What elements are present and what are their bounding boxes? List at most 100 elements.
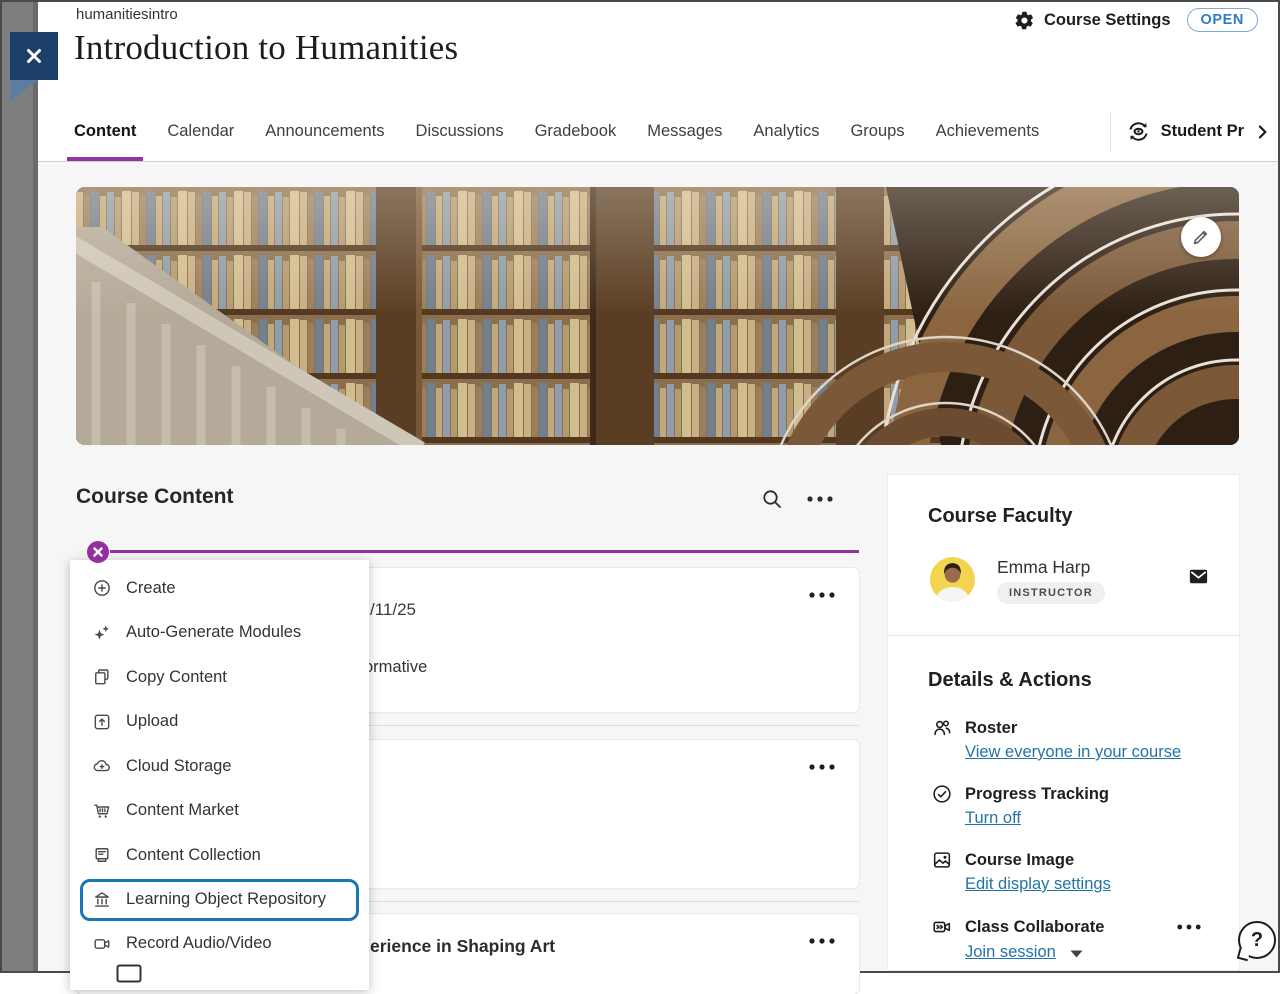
add-content-divider-line bbox=[110, 550, 859, 553]
menu-item-label: Auto-Generate Modules bbox=[126, 623, 301, 642]
close-x-icon bbox=[93, 547, 103, 557]
menu-item-label: Record Audio/Video bbox=[126, 934, 272, 953]
menu-item-label: Upload bbox=[126, 712, 178, 731]
course-page: humanitiesintro Introduction to Humaniti… bbox=[38, 2, 1278, 971]
course-image-label: Course Image bbox=[965, 851, 1074, 870]
send-message-button[interactable] bbox=[1187, 565, 1210, 588]
close-flag-fold bbox=[10, 80, 38, 101]
menu-item-upload[interactable]: Upload bbox=[70, 700, 369, 745]
upload-icon bbox=[92, 712, 112, 732]
tab-analytics[interactable]: Analytics bbox=[753, 102, 819, 161]
student-preview-icon bbox=[1125, 118, 1152, 145]
copy-icon bbox=[92, 667, 112, 687]
course-content-heading: Course Content bbox=[76, 485, 234, 509]
menu-item-create[interactable]: Create bbox=[70, 566, 369, 611]
sparkles-icon bbox=[92, 623, 112, 643]
tab-groups[interactable]: Groups bbox=[850, 102, 904, 161]
menu-item-label: Cloud Storage bbox=[126, 757, 232, 776]
search-icon bbox=[760, 487, 784, 511]
menu-item-partial-icon bbox=[116, 964, 142, 984]
menu-item-learning-object-repository[interactable]: Learning Object Repository bbox=[80, 879, 359, 921]
course-id: humanitiesintro bbox=[76, 6, 178, 23]
add-content-menu: Create Auto-Generate Modules Copy Conten… bbox=[70, 560, 369, 990]
open-status-badge[interactable]: OPEN bbox=[1187, 8, 1259, 32]
item-options-button[interactable] bbox=[809, 938, 835, 944]
tab-content[interactable]: Content bbox=[74, 102, 136, 161]
menu-item-content-market[interactable]: Content Market bbox=[70, 789, 369, 834]
bank-icon bbox=[92, 890, 112, 910]
roster-row: Roster bbox=[931, 717, 1017, 739]
content-item-grading-fragment: ormative bbox=[364, 658, 427, 677]
close-add-menu-button[interactable] bbox=[87, 541, 109, 563]
course-image-row: Course Image bbox=[931, 849, 1074, 871]
check-circle-icon bbox=[931, 783, 953, 805]
cloud-icon bbox=[92, 756, 112, 776]
menu-item-auto-generate-modules[interactable]: Auto-Generate Modules bbox=[70, 611, 369, 656]
background-page-strip bbox=[2, 2, 38, 971]
close-course-button[interactable] bbox=[10, 32, 58, 80]
class-collaborate-label: Class Collaborate bbox=[965, 918, 1104, 937]
view-everyone-link[interactable]: View everyone in your course bbox=[965, 743, 1181, 762]
menu-item-label: Content Market bbox=[126, 801, 239, 820]
help-button[interactable]: ? bbox=[1238, 921, 1276, 959]
menu-item-record-audio-video[interactable]: Record Audio/Video bbox=[70, 922, 369, 967]
collaborate-camera-icon bbox=[931, 916, 953, 938]
course-settings-label: Course Settings bbox=[1044, 11, 1171, 30]
menu-item-label: Content Collection bbox=[126, 846, 261, 865]
roster-label: Roster bbox=[965, 719, 1017, 738]
chevron-right-icon bbox=[1252, 122, 1272, 142]
class-collaborate-row: Class Collaborate bbox=[931, 916, 1104, 938]
gear-icon bbox=[1014, 10, 1035, 31]
question-mark-label: ? bbox=[1251, 929, 1263, 952]
faculty-name[interactable]: Emma Harp bbox=[997, 557, 1090, 578]
collection-icon bbox=[92, 845, 112, 865]
page-title: Introduction to Humanities bbox=[74, 28, 458, 68]
item-options-button[interactable] bbox=[809, 592, 835, 598]
course-side-panel: Course Faculty Emma Harp INSTRUCTOR Deta… bbox=[888, 475, 1239, 970]
join-session-link[interactable]: Join session bbox=[965, 943, 1056, 962]
search-button[interactable] bbox=[760, 487, 784, 511]
tabbar-divider bbox=[1110, 112, 1111, 152]
faculty-role-badge: INSTRUCTOR bbox=[997, 582, 1105, 604]
tab-messages[interactable]: Messages bbox=[647, 102, 722, 161]
ellipsis-icon bbox=[807, 496, 833, 502]
details-actions-heading: Details & Actions bbox=[928, 669, 1092, 692]
course-faculty-heading: Course Faculty bbox=[928, 505, 1072, 528]
cart-icon bbox=[92, 801, 112, 821]
plus-circle-icon bbox=[92, 578, 112, 598]
tab-calendar[interactable]: Calendar bbox=[167, 102, 234, 161]
progress-tracking-label: Progress Tracking bbox=[965, 785, 1109, 804]
collaborate-options-button[interactable] bbox=[1177, 924, 1201, 930]
caret-down-icon[interactable] bbox=[1070, 950, 1083, 958]
envelope-icon bbox=[1187, 565, 1210, 588]
item-options-button[interactable] bbox=[809, 764, 835, 770]
course-banner-image bbox=[76, 187, 1239, 445]
content-item-due-date-fragment: /11/25 bbox=[370, 600, 416, 620]
menu-item-label: Learning Object Repository bbox=[126, 890, 326, 909]
course-content-options-button[interactable] bbox=[807, 496, 833, 502]
pencil-icon bbox=[1190, 226, 1212, 248]
tab-gradebook[interactable]: Gradebook bbox=[535, 102, 617, 161]
course-settings-button[interactable]: Course Settings bbox=[1014, 10, 1171, 31]
library-illustration bbox=[76, 187, 1239, 445]
tab-announcements[interactable]: Announcements bbox=[265, 102, 384, 161]
menu-item-label: Create bbox=[126, 579, 176, 598]
course-header: humanitiesintro Introduction to Humaniti… bbox=[38, 2, 1278, 102]
edit-display-settings-link[interactable]: Edit display settings bbox=[965, 875, 1111, 894]
menu-item-cloud-storage[interactable]: Cloud Storage bbox=[70, 744, 369, 789]
content-item-title-fragment: erience in Shaping Art bbox=[370, 936, 555, 957]
video-camera-icon bbox=[92, 934, 112, 954]
student-preview-button[interactable]: Student Pr bbox=[1125, 118, 1244, 145]
menu-item-content-collection[interactable]: Content Collection bbox=[70, 833, 369, 878]
turn-off-link[interactable]: Turn off bbox=[965, 809, 1021, 828]
tab-achievements[interactable]: Achievements bbox=[936, 102, 1040, 161]
menu-item-label: Copy Content bbox=[126, 668, 227, 687]
tab-discussions[interactable]: Discussions bbox=[416, 102, 504, 161]
roster-people-icon bbox=[931, 717, 953, 739]
course-tabbar: Content Calendar Announcements Discussio… bbox=[38, 102, 1278, 162]
avatar[interactable] bbox=[930, 557, 975, 602]
menu-item-copy-content[interactable]: Copy Content bbox=[70, 655, 369, 700]
edit-banner-button[interactable] bbox=[1181, 217, 1221, 257]
student-preview-label: Student Pr bbox=[1161, 122, 1244, 141]
tabs-overflow-button[interactable] bbox=[1252, 122, 1272, 142]
